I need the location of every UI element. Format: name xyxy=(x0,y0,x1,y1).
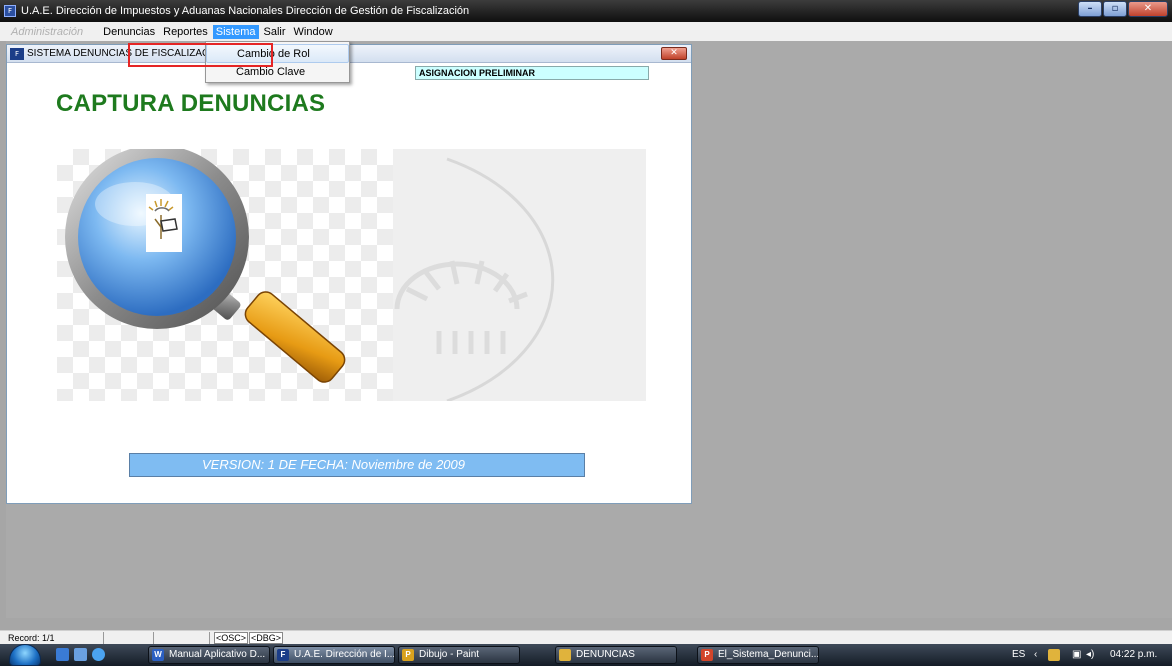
menu-item-cambio-clave[interactable]: Cambio Clave xyxy=(206,63,349,82)
menu-administracion: Administración xyxy=(11,25,84,38)
window-controls: – ▫ ✕ xyxy=(1077,1,1168,17)
forms-icon: F xyxy=(277,649,289,661)
menu-item-cambio-de-rol[interactable]: Cambio de Rol xyxy=(206,44,349,63)
child-title: SISTEMA DENUNCIAS DE FISCALIZACIO xyxy=(27,48,220,59)
taskbar-item-powerpoint[interactable]: P El_Sistema_Denunci... xyxy=(697,646,819,664)
powerpoint-icon: P xyxy=(701,649,713,661)
forms-icon: F xyxy=(10,47,24,60)
app-icon[interactable]: F xyxy=(4,5,16,17)
tray-app-icon[interactable] xyxy=(1048,649,1060,661)
menu-window[interactable]: Window xyxy=(291,25,336,39)
app-title: U.A.E. Dirección de Impuestos y Aduanas … xyxy=(21,5,470,17)
taskbar-item-label: DENUNCIAS xyxy=(576,649,635,660)
language-indicator[interactable]: ES xyxy=(1012,649,1025,660)
menu-reportes[interactable]: Reportes xyxy=(160,25,211,39)
close-button[interactable]: ✕ xyxy=(1128,1,1168,17)
taskbar-item-forms[interactable]: F U.A.E. Dirección de I... xyxy=(273,646,395,664)
embossed-sun-logo xyxy=(394,157,555,401)
restore-button[interactable]: ▫ xyxy=(1103,1,1127,17)
word-icon: W xyxy=(152,649,164,661)
system-tray: ES ‹ ▣ ◂) 04:22 p.m. xyxy=(992,644,1172,666)
asignacion-field[interactable]: ASIGNACION PRELIMINAR xyxy=(415,66,649,80)
magnifier-graphic xyxy=(65,149,555,401)
taskbar-item-paint[interactable]: P Dibujo - Paint xyxy=(398,646,520,664)
taskbar: W Manual Aplicativo D... F U.A.E. Direcc… xyxy=(0,644,1172,666)
taskbar-item-label: El_Sistema_Denunci... xyxy=(718,649,819,660)
dbg-indicator: <DBG> xyxy=(249,632,284,644)
folder-icon xyxy=(559,649,571,661)
record-indicator: Record: 1/1 xyxy=(6,632,104,644)
minimize-button[interactable]: – xyxy=(1078,1,1102,17)
paint-icon: P xyxy=(402,649,414,661)
status-cell-empty-1 xyxy=(104,632,154,644)
status-tags: <OSC> <DBG> xyxy=(212,632,284,644)
menu-bar: Administración Denuncias Reportes Sistem… xyxy=(0,22,1172,41)
taskbar-item-label: U.A.E. Dirección de I... xyxy=(294,649,395,660)
app-title-bar: F U.A.E. Dirección de Impuestos y Aduana… xyxy=(0,0,1172,22)
osc-indicator: <OSC> xyxy=(214,632,249,644)
volume-icon[interactable]: ◂) xyxy=(1086,649,1094,660)
show-desktop-icon[interactable] xyxy=(56,648,69,661)
status-cell-empty-2 xyxy=(154,632,210,644)
page-title: CAPTURA DENUNCIAS xyxy=(56,90,326,117)
taskbar-item-label: Dibujo - Paint xyxy=(419,649,480,660)
sistema-dropdown: Cambio de Rol Cambio Clave xyxy=(205,41,350,83)
menu-denuncias[interactable]: Denuncias xyxy=(100,25,158,39)
start-button[interactable] xyxy=(9,644,41,666)
switch-windows-icon[interactable] xyxy=(74,648,87,661)
network-icon[interactable]: ▣ xyxy=(1072,649,1081,660)
child-close-button[interactable]: ✕ xyxy=(661,47,687,60)
taskbar-item-word[interactable]: W Manual Aplicativo D... xyxy=(148,646,270,664)
version-text: VERSION: 1 DE FECHA: Noviembre de 2009 xyxy=(202,457,465,472)
menu-sistema[interactable]: Sistema xyxy=(212,24,259,39)
menu-salir[interactable]: Salir xyxy=(261,25,289,39)
status-bar: Record: 1/1 <OSC> <DBG> xyxy=(0,630,1172,644)
child-window: F SISTEMA DENUNCIAS DE FISCALIZACIO ✕ AS… xyxy=(6,44,692,504)
tray-expand-icon[interactable]: ‹ xyxy=(1034,649,1037,660)
clock[interactable]: 04:22 p.m. xyxy=(1110,649,1157,660)
taskbar-item-label: Manual Aplicativo D... xyxy=(169,649,266,660)
taskbar-item-folder[interactable]: DENUNCIAS xyxy=(555,646,677,664)
logo-illustration xyxy=(57,149,646,401)
internet-explorer-icon[interactable] xyxy=(92,648,105,661)
version-bar: VERSION: 1 DE FECHA: Noviembre de 2009 xyxy=(129,453,585,477)
